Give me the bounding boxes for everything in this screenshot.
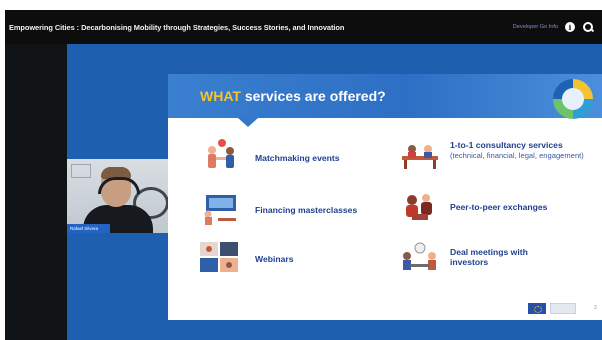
more-info-link[interactable]: Developer Go Info	[513, 24, 558, 30]
service-deal-meeting-label: Deal meetings with investors	[450, 247, 528, 267]
peer-exchange-icon	[398, 190, 442, 224]
service-peer-exchange-label: Peer-to-peer exchanges	[450, 202, 548, 212]
footer-logos	[528, 302, 583, 314]
webinar-icon	[198, 240, 242, 274]
participant-video[interactable]: Rafael Silvera	[67, 159, 168, 233]
project-logo	[553, 79, 593, 119]
partner-logo	[550, 302, 576, 314]
service-webinar-label: Webinars	[255, 254, 294, 264]
slide-title-accent: WHAT	[200, 88, 241, 104]
service-consultancy-details: (technical, financial, legal, engagement…	[450, 151, 584, 160]
matchmaking-icon	[198, 138, 242, 172]
eu-flag-logo	[528, 302, 546, 314]
presentation-slide: WHAT services are offered? Matchmaking e…	[168, 74, 602, 320]
deal-meeting-icon	[398, 242, 442, 276]
meeting-title: Empowering Cities : Decarbonising Mobili…	[9, 22, 345, 32]
wall-frame	[71, 164, 91, 178]
slide-header: WHAT services are offered?	[168, 74, 602, 119]
participant-name-tag: Rafael Silvera	[67, 224, 110, 233]
service-matchmaking-label: Matchmaking events	[255, 153, 340, 163]
slide-header-notch	[238, 118, 258, 127]
consultancy-icon	[398, 138, 442, 172]
service-masterclass-label: Financing masterclasses	[255, 205, 358, 215]
service-consultancy-label: 1-to-1 consultancy services	[450, 140, 563, 150]
info-icon[interactable]: i	[565, 22, 575, 32]
masterclass-icon	[198, 192, 242, 226]
slide-title: WHAT services are offered?	[200, 88, 386, 104]
title-bar-controls: Developer Go Info i	[513, 21, 595, 33]
slide-page-number: 3	[594, 305, 597, 311]
slide-title-rest: services are offered?	[240, 88, 386, 104]
meeting-title-bar: Empowering Cities : Decarbonising Mobili…	[5, 10, 602, 44]
search-icon[interactable]	[582, 21, 595, 33]
